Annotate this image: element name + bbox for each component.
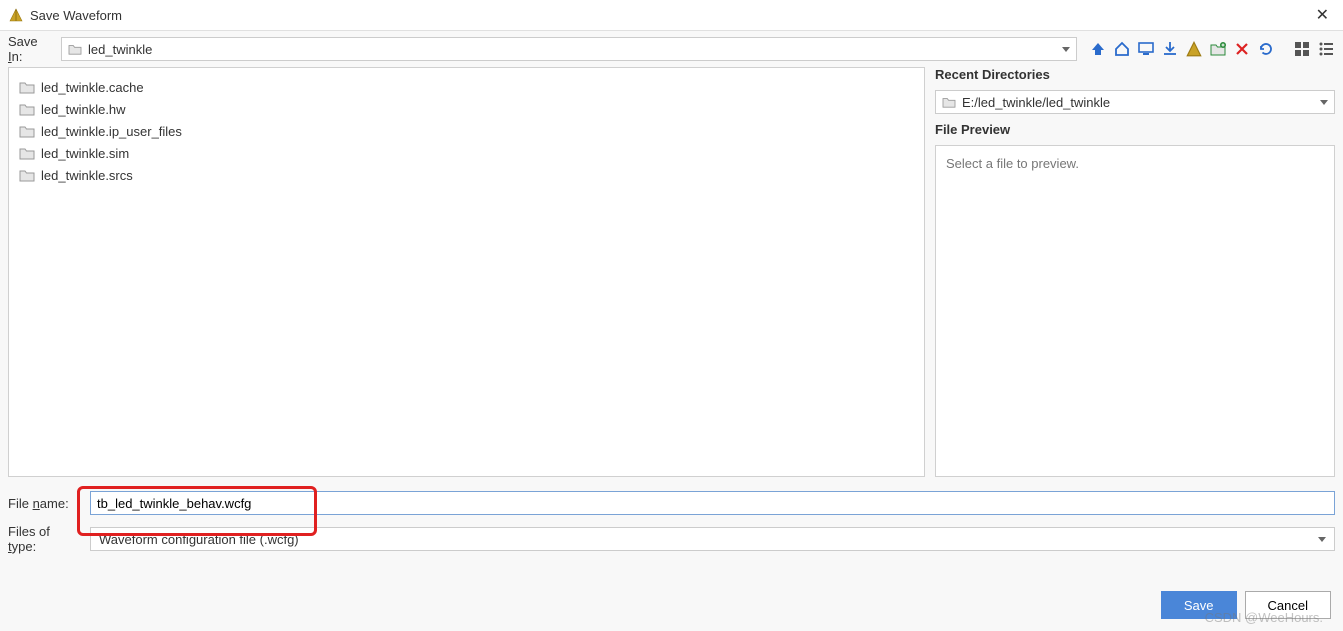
save-in-value: led_twinkle bbox=[88, 42, 1062, 57]
folder-icon bbox=[19, 124, 35, 138]
recent-dirs-title: Recent Directories bbox=[935, 67, 1335, 82]
save-in-label: Save In: bbox=[8, 34, 53, 64]
folder-icon bbox=[19, 80, 35, 94]
dialog-buttons: Save Cancel bbox=[1161, 591, 1331, 619]
file-name: led_twinkle.sim bbox=[41, 146, 129, 161]
list-item[interactable]: led_twinkle.cache bbox=[17, 76, 916, 98]
recent-dirs-combo[interactable]: E:/led_twinkle/led_twinkle bbox=[935, 90, 1335, 114]
home-icon[interactable] bbox=[1113, 40, 1131, 58]
download-icon[interactable] bbox=[1161, 40, 1179, 58]
file-name-label: File name: bbox=[8, 496, 80, 511]
file-name: led_twinkle.srcs bbox=[41, 168, 133, 183]
save-in-combo[interactable]: led_twinkle bbox=[61, 37, 1077, 61]
file-list-pane: led_twinkle.cache led_twinkle.hw led_twi… bbox=[8, 67, 925, 477]
app-icon bbox=[8, 7, 24, 23]
chevron-down-icon bbox=[1320, 100, 1328, 105]
folder-icon bbox=[19, 102, 35, 116]
main-content: led_twinkle.cache led_twinkle.hw led_twi… bbox=[0, 67, 1343, 477]
file-preview-pane: Select a file to preview. bbox=[935, 145, 1335, 477]
list-view-icon[interactable] bbox=[1317, 40, 1335, 58]
save-in-row: Save In: led_twinkle bbox=[0, 31, 1343, 67]
delete-icon[interactable] bbox=[1233, 40, 1251, 58]
files-of-type-combo[interactable]: Waveform configuration file (.wcfg) bbox=[90, 527, 1335, 551]
preview-placeholder: Select a file to preview. bbox=[946, 156, 1079, 171]
new-folder-icon[interactable] bbox=[1209, 40, 1227, 58]
file-name: led_twinkle.cache bbox=[41, 80, 144, 95]
titlebar: Save Waveform ✕ bbox=[0, 0, 1343, 30]
file-name: led_twinkle.ip_user_files bbox=[41, 124, 182, 139]
desktop-icon[interactable] bbox=[1137, 40, 1155, 58]
right-column: Recent Directories E:/led_twinkle/led_tw… bbox=[935, 67, 1335, 477]
up-icon[interactable] bbox=[1089, 40, 1107, 58]
refresh-icon[interactable] bbox=[1257, 40, 1275, 58]
list-item[interactable]: led_twinkle.hw bbox=[17, 98, 916, 120]
file-preview-title: File Preview bbox=[935, 122, 1335, 137]
vivado-icon[interactable] bbox=[1185, 40, 1203, 58]
folder-icon bbox=[19, 146, 35, 160]
list-item[interactable]: led_twinkle.ip_user_files bbox=[17, 120, 916, 142]
folder-icon bbox=[942, 96, 956, 108]
folder-icon bbox=[19, 168, 35, 182]
file-name: led_twinkle.hw bbox=[41, 102, 126, 117]
list-item[interactable]: led_twinkle.sim bbox=[17, 142, 916, 164]
save-button[interactable]: Save bbox=[1161, 591, 1237, 619]
folder-icon bbox=[68, 43, 82, 55]
file-name-input[interactable] bbox=[90, 491, 1335, 515]
files-of-type-label: Files of type: bbox=[8, 524, 80, 554]
recent-dirs-value: E:/led_twinkle/led_twinkle bbox=[962, 95, 1320, 110]
chevron-down-icon bbox=[1062, 47, 1070, 52]
chevron-down-icon bbox=[1318, 537, 1326, 542]
grid-view-icon[interactable] bbox=[1293, 40, 1311, 58]
files-of-type-value: Waveform configuration file (.wcfg) bbox=[99, 532, 1318, 547]
bottom-form: File name: Files of type: Waveform confi… bbox=[0, 477, 1343, 557]
window-title: Save Waveform bbox=[30, 8, 122, 23]
list-item[interactable]: led_twinkle.srcs bbox=[17, 164, 916, 186]
cancel-button[interactable]: Cancel bbox=[1245, 591, 1331, 619]
toolbar-icons bbox=[1089, 40, 1335, 58]
close-icon[interactable]: ✕ bbox=[1310, 3, 1335, 27]
